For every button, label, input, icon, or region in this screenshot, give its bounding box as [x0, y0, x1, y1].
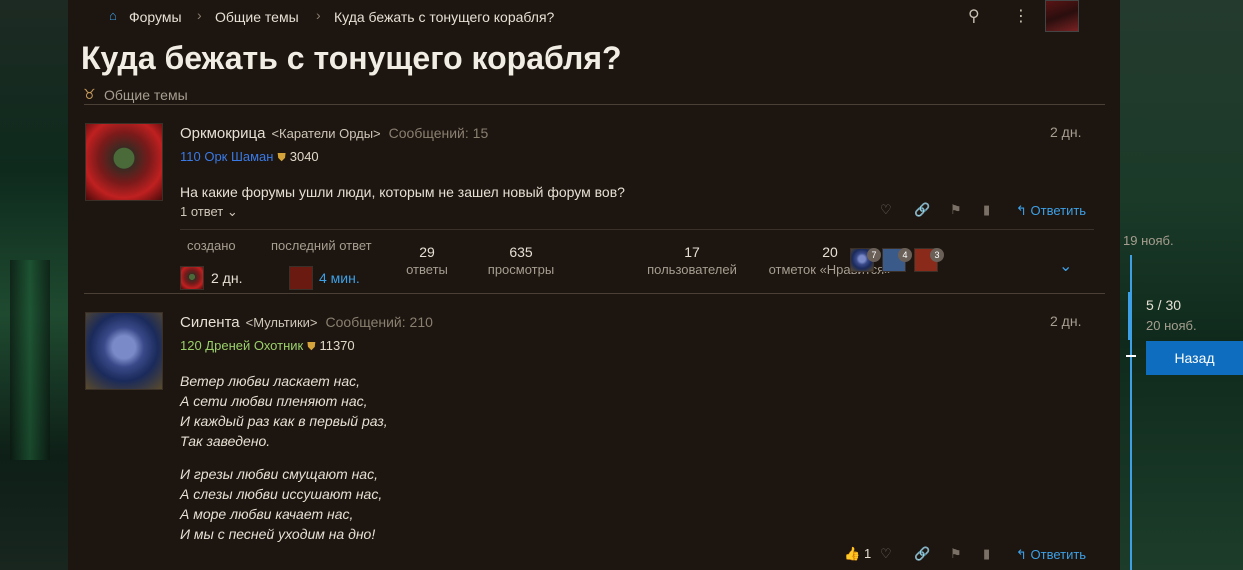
like-count: 1 — [864, 546, 872, 561]
home-icon[interactable]: ⌂ — [109, 8, 123, 23]
stat-replies-num: 29 — [419, 244, 435, 260]
post-author-line: Силента <Мультики> Сообщений: 210 — [180, 314, 433, 331]
poem-line: И мы с песней уходим на дно! — [180, 526, 376, 542]
timeline-current-date: 20 нояб. — [1146, 318, 1197, 333]
poem-line: И грезы любви смущают нас, — [180, 466, 378, 482]
chevron-down-icon[interactable]: ⌄ — [1059, 256, 1072, 276]
participant-count: 7 — [867, 248, 881, 262]
timeline-position: 5 / 30 — [1146, 297, 1182, 313]
achievement-points: 11370 — [319, 338, 355, 353]
reply-label: Ответить — [1030, 203, 1087, 218]
timeline-start-date: 19 нояб. — [1123, 233, 1174, 248]
creator-avatar[interactable] — [180, 266, 204, 290]
author-name[interactable]: Оркмокрица — [180, 125, 265, 142]
more-icon[interactable]: ⋮ — [1013, 6, 1029, 26]
flag-icon[interactable]: ⚑ — [950, 546, 962, 562]
post-actions: 👍 1 ♡ 🔗 ⚑ ▮ ↰ Ответить — [844, 546, 1104, 566]
timeline-tick — [1126, 355, 1136, 357]
link-icon[interactable]: 🔗 — [914, 546, 930, 562]
reply-label: Ответить — [1030, 547, 1087, 562]
stat-replies-cap: ответы — [406, 262, 448, 277]
like-icon[interactable]: ♡ — [880, 202, 892, 218]
created-time[interactable]: 2 дн. — [211, 270, 242, 286]
search-icon[interactable]: ⚲ — [968, 6, 980, 26]
shield-icon: ⛊ — [277, 152, 286, 164]
post-body: На какие форумы ушли люди, которым не за… — [180, 184, 625, 200]
last-reply-time[interactable]: 4 мин. — [319, 270, 360, 286]
page-title: Куда бежать с тонущего корабля? — [81, 40, 622, 76]
horde-icon: ♉ — [83, 86, 96, 102]
topic-timeline: 19 нояб. 5 / 30 20 нояб. Назад — [1123, 0, 1243, 570]
poem-line: И каждый раз как в первый раз, — [180, 413, 388, 429]
top-bar: ⌂ Форумы › Общие темы › Куда бежать с то… — [68, 0, 1120, 36]
character-class-line: 120 Дреней Охотник ⛊ 11370 — [180, 338, 355, 354]
poem-line: А слезы любви иссушают нас, — [180, 486, 383, 502]
character-class-line: 110 Орк Шаман ⛊ 3040 — [180, 149, 319, 165]
participant-count: 3 — [930, 248, 944, 262]
poem-line: А море любви качает нас, — [180, 506, 354, 522]
background-left — [0, 0, 70, 570]
main-panel: ⌂ Форумы › Общие темы › Куда бежать с то… — [68, 0, 1120, 570]
divider — [180, 229, 1094, 230]
poem-line: Ветер любви ласкает нас, — [180, 373, 361, 389]
achievement-points: 3040 — [289, 149, 319, 164]
poem-line: Так заведено. — [180, 433, 271, 449]
timeline-handle[interactable] — [1128, 292, 1132, 340]
chevron-right-icon: › — [316, 7, 321, 23]
guild-name: <Каратели Орды> — [271, 126, 381, 141]
stat-users-cap: пользователей — [647, 262, 737, 277]
stat-views-num: 635 — [509, 244, 533, 260]
created-label: создано — [187, 238, 236, 253]
author-avatar[interactable] — [85, 123, 163, 201]
replies-toggle[interactable]: 1 ответ ⌄ — [180, 204, 238, 220]
breadcrumb-topic[interactable]: Куда бежать с тонущего корабля? — [334, 9, 554, 25]
post-actions: ♡ 🔗 ⚑ ▮ ↰ Ответить — [878, 202, 1098, 222]
topic-summary: создано 2 дн. последний ответ 4 мин. 29 … — [180, 238, 1100, 294]
poem-stanza-1: Ветер любви ласкает нас, А сети любви пл… — [180, 371, 388, 451]
stat-users-num: 17 — [684, 244, 700, 260]
link-icon[interactable]: 🔗 — [914, 202, 930, 218]
poem-stanza-2: И грезы любви смущают нас, А слезы любви… — [180, 464, 382, 544]
poem-line: А сети любви пленяют нас, — [180, 393, 368, 409]
post-author-line: Оркмокрица <Каратели Орды> Сообщений: 15 — [180, 125, 488, 142]
category-link[interactable]: Общие темы — [104, 87, 188, 103]
guild-name: <Мультики> — [245, 315, 318, 330]
thumbs-up-icon: 👍 — [844, 546, 861, 561]
back-button[interactable]: Назад — [1146, 341, 1243, 375]
like-icon[interactable]: ♡ — [880, 546, 892, 562]
user-avatar[interactable] — [1045, 0, 1079, 32]
flag-icon[interactable]: ⚑ — [950, 202, 962, 218]
chevron-right-icon: › — [197, 7, 202, 23]
breadcrumb-general[interactable]: Общие темы — [215, 9, 299, 25]
divider — [84, 104, 1105, 105]
reply-button[interactable]: ↰ Ответить — [1016, 547, 1086, 563]
character-class: 110 Орк Шаман — [180, 149, 274, 164]
bookmark-icon[interactable]: ▮ — [983, 202, 990, 218]
stat-views-cap: просмотры — [487, 262, 555, 277]
divider — [84, 293, 1105, 294]
author-name[interactable]: Силента — [180, 314, 240, 331]
last-reply-avatar[interactable] — [289, 266, 313, 290]
last-reply-label: последний ответ — [271, 238, 372, 253]
shield-icon: ⛊ — [307, 341, 316, 353]
breadcrumb-forums[interactable]: Форумы — [129, 9, 182, 25]
post-date[interactable]: 2 дн. — [1050, 124, 1081, 140]
stat-likes-cap: отметок «Нравится» — [768, 262, 892, 277]
post-count: Сообщений: 210 — [325, 314, 433, 330]
post-date[interactable]: 2 дн. — [1050, 313, 1081, 329]
author-avatar[interactable] — [85, 312, 163, 390]
post-count: Сообщений: 15 — [388, 125, 489, 141]
character-class: 120 Дреней Охотник — [180, 338, 304, 353]
bookmark-icon[interactable]: ▮ — [983, 546, 990, 562]
participant-count: 4 — [898, 248, 912, 262]
reply-button[interactable]: ↰ Ответить — [1016, 203, 1086, 219]
